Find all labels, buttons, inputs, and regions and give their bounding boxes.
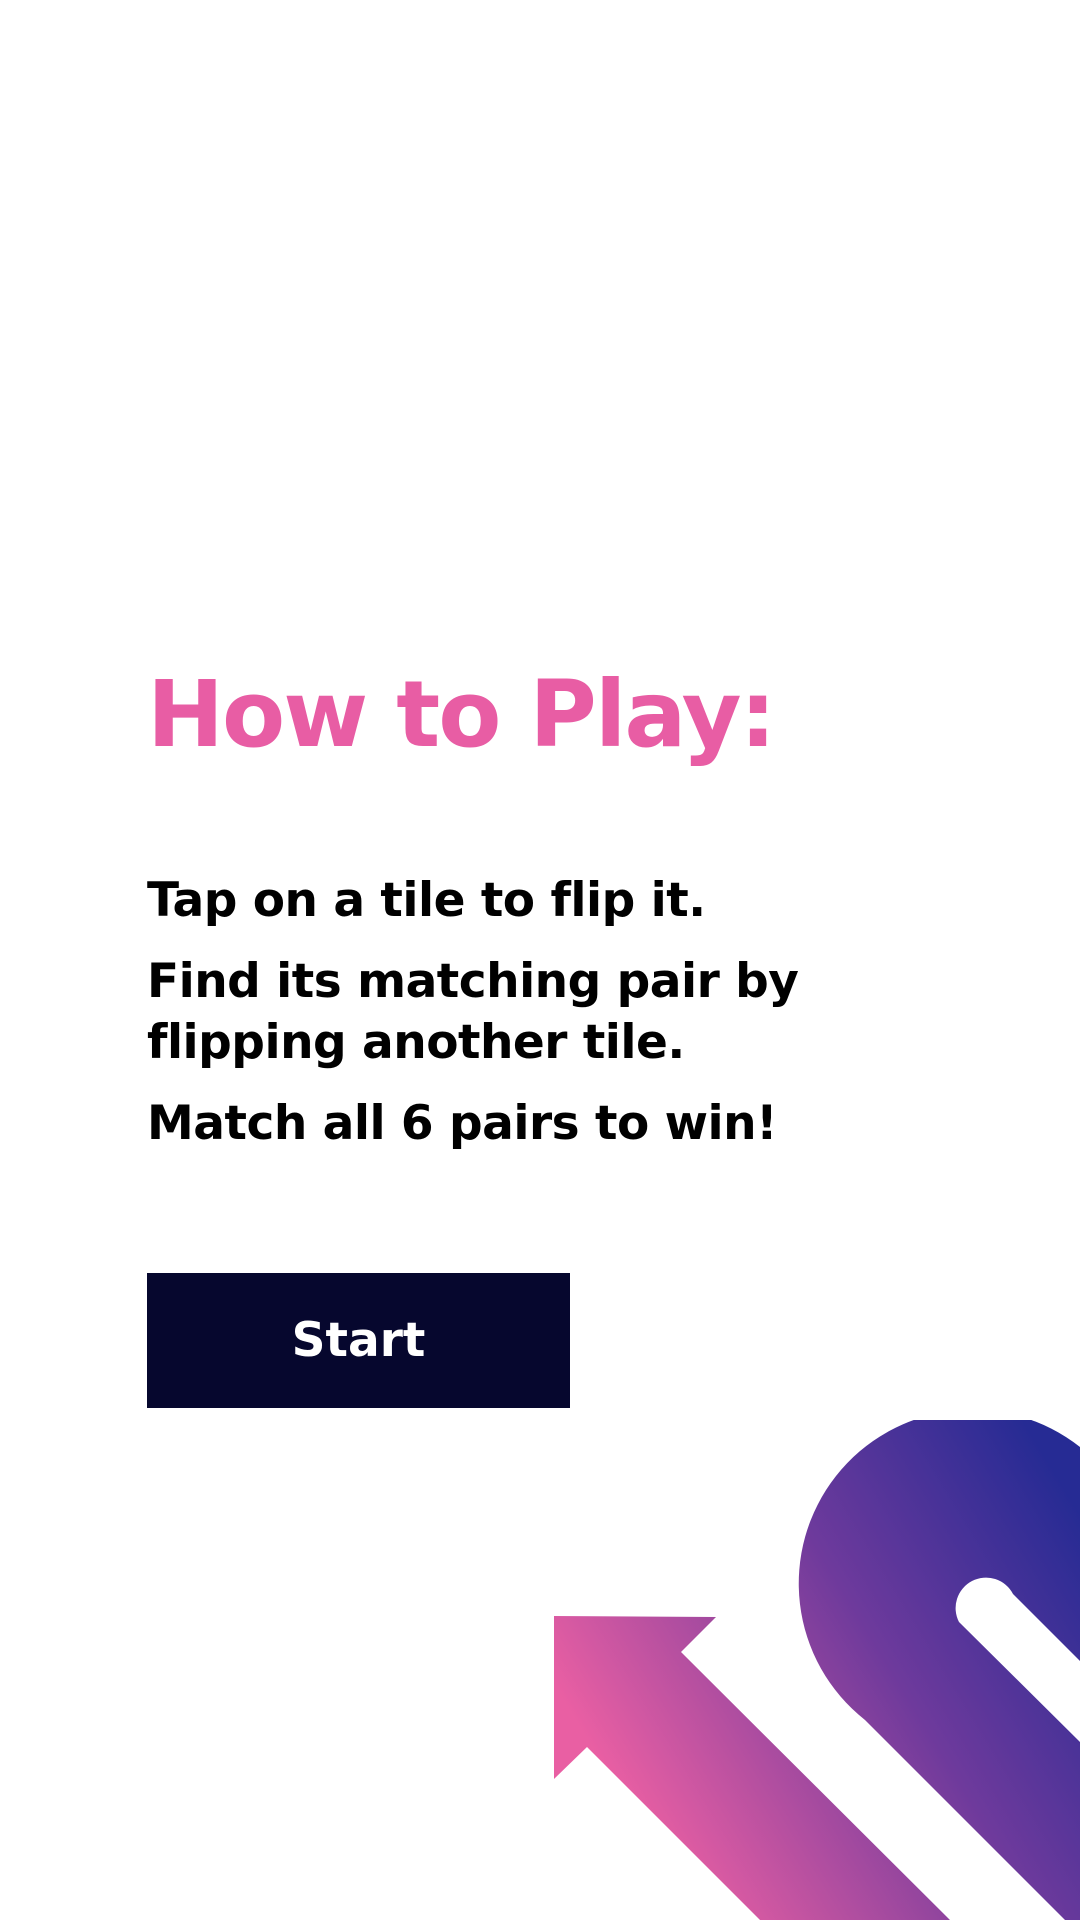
instructions-list: Tap on a tile to flip it. Find its match… [147, 870, 1007, 1154]
how-to-play-panel: How to Play: Tap on a tile to flip it. F… [147, 660, 1007, 1174]
instruction-match-all: Match all 6 pairs to win! [147, 1096, 778, 1151]
instruction-find-pair: Find its matching pair by flipping anoth… [147, 954, 799, 1070]
how-to-play-screen: How to Play: Tap on a tile to flip it. F… [0, 0, 1080, 1920]
instruction-tap: Tap on a tile to flip it. [147, 873, 706, 928]
brand-arrow-graphic-icon [554, 1420, 1080, 1920]
page-title: How to Play: [147, 661, 776, 768]
start-button[interactable]: Start [147, 1273, 570, 1408]
